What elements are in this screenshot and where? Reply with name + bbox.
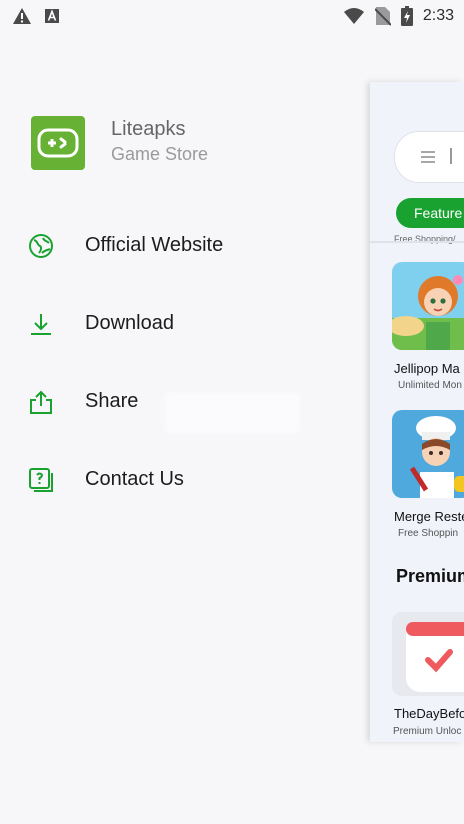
tab-featured[interactable]: Feature [396, 198, 464, 228]
app-desc: Premium Unloc [393, 726, 462, 737]
menu-item-contact-us[interactable]: Contact Us [0, 451, 360, 511]
app-title: TheDayBefo [394, 706, 464, 721]
app-thumbnail[interactable] [392, 262, 464, 350]
help-icon [28, 467, 54, 493]
app-title: Jellipop Ma [394, 361, 460, 376]
status-bar: 2:33 [0, 0, 464, 32]
wifi-icon [343, 7, 365, 25]
menu-item-official-website[interactable]: Official Website [0, 217, 360, 277]
app-a-icon [44, 8, 60, 24]
blur-ghost [165, 393, 300, 433]
menu-label: Share [85, 390, 139, 412]
battery-charging-icon [400, 6, 413, 26]
app-title: Merge Reste [394, 509, 464, 524]
menu-icon[interactable] [420, 150, 436, 169]
app-desc: Unlimited Mon [398, 380, 462, 391]
menu-label: Official Website [85, 234, 224, 256]
app-subtitle: Game Store [111, 144, 209, 164]
divider [370, 241, 464, 243]
menu-label: Contact Us [85, 468, 184, 490]
app-desc: Free Shoppin [398, 528, 459, 539]
status-time: 2:33 [422, 7, 454, 24]
app-name: Liteapks [111, 118, 186, 140]
download-icon [28, 311, 54, 337]
app-thumbnail[interactable] [392, 612, 464, 696]
search-separator [450, 148, 452, 164]
main-screen-preview[interactable]: Feature Free Shopping/ Jellipop Ma Unlim… [370, 82, 464, 742]
globe-icon [28, 233, 54, 259]
app-thumbnail[interactable] [392, 410, 464, 498]
app-logo [31, 116, 85, 170]
section-title: Premium [396, 566, 464, 586]
share-icon [28, 389, 54, 415]
gamepad-icon [37, 128, 79, 158]
menu-label: Download [85, 312, 174, 334]
no-sim-icon [374, 6, 391, 26]
menu-item-download[interactable]: Download [0, 295, 360, 355]
warning-icon [12, 7, 32, 25]
